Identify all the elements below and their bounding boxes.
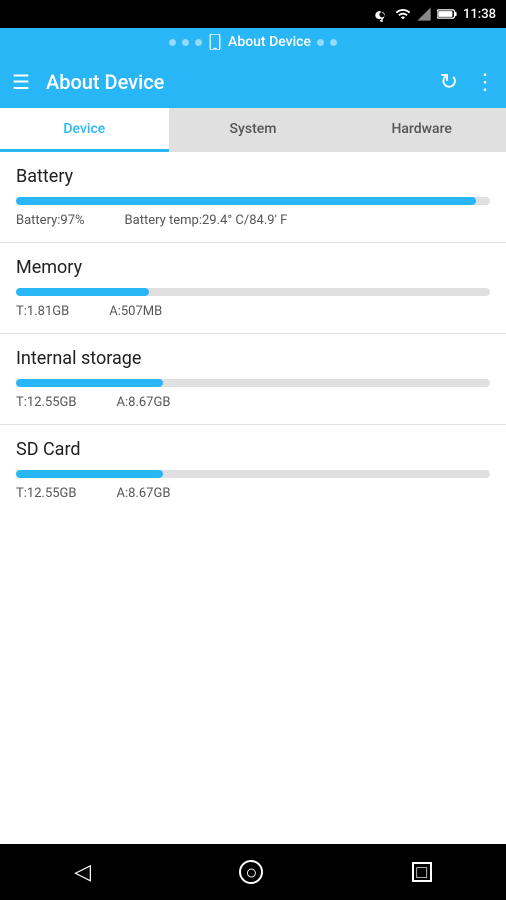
- back-button[interactable]: ◁: [74, 860, 91, 885]
- internal-storage-progress-container: [16, 379, 490, 387]
- battery-section: Battery Battery:97% Battery temp:29.4° C…: [0, 152, 506, 243]
- sdcard-stat-1: T:12.55GB: [16, 486, 77, 501]
- sdcard-stat-2: A:8.67GB: [117, 486, 171, 501]
- more-options-icon[interactable]: ⋮: [474, 70, 494, 95]
- battery-stat-1: Battery:97%: [16, 213, 85, 228]
- internal-storage-stats: T:12.55GB A:8.67GB: [16, 395, 490, 424]
- memory-progress-bar: [16, 288, 149, 296]
- memory-stat-2: A:507MB: [109, 304, 162, 319]
- battery-progress-container: [16, 197, 490, 205]
- memory-section: Memory T:1.81GB A:507MB: [0, 243, 506, 334]
- memory-title: Memory: [16, 257, 490, 278]
- sdcard-section: SD Card T:12.55GB A:8.67GB: [0, 425, 506, 515]
- status-time: 11:38: [463, 7, 496, 22]
- pager-bar: About Device: [0, 28, 506, 56]
- pager-dot-4: [317, 39, 324, 46]
- main-content: Battery Battery:97% Battery temp:29.4° C…: [0, 152, 506, 515]
- refresh-icon[interactable]: ↻: [440, 70, 458, 95]
- phone-screen-icon: [208, 34, 222, 50]
- pager-dot-5: [330, 39, 337, 46]
- internal-storage-title: Internal storage: [16, 348, 490, 369]
- tabs-bar: Device System Hardware: [0, 108, 506, 152]
- memory-progress-container: [16, 288, 490, 296]
- memory-stats: T:1.81GB A:507MB: [16, 304, 490, 333]
- sdcard-stats: T:12.55GB A:8.67GB: [16, 486, 490, 515]
- internal-storage-stat-1: T:12.55GB: [16, 395, 77, 410]
- sdcard-progress-bar: [16, 470, 163, 478]
- battery-stat-2: Battery temp:29.4° C/84.9' F: [125, 213, 288, 228]
- internal-storage-progress-bar: [16, 379, 163, 387]
- menu-icon[interactable]: ☰: [12, 70, 30, 94]
- tab-system[interactable]: System: [169, 108, 338, 152]
- internal-storage-section: Internal storage T:12.55GB A:8.67GB: [0, 334, 506, 425]
- toolbar-actions: ↻ ⋮: [440, 70, 494, 95]
- sdcard-title: SD Card: [16, 439, 490, 460]
- signal-icon: [416, 6, 432, 22]
- pager-dot-1: [169, 39, 176, 46]
- pager-dot-3: [195, 39, 202, 46]
- app-toolbar: ☰ About Device ↻ ⋮: [0, 56, 506, 108]
- bottom-nav: ◁ ○ □: [0, 844, 506, 900]
- status-icons: [374, 6, 457, 22]
- recents-button[interactable]: □: [412, 862, 432, 882]
- home-button[interactable]: ○: [239, 860, 263, 884]
- pager-title: About Device: [228, 34, 311, 50]
- toolbar-title: About Device: [46, 70, 440, 94]
- battery-icon: [437, 8, 457, 20]
- tab-hardware[interactable]: Hardware: [337, 108, 506, 152]
- sdcard-progress-container: [16, 470, 490, 478]
- battery-stats: Battery:97% Battery temp:29.4° C/84.9' F: [16, 213, 490, 242]
- status-bar: 11:38: [0, 0, 506, 28]
- key-icon: [374, 6, 390, 22]
- tab-device[interactable]: Device: [0, 108, 169, 152]
- wifi-icon: [395, 6, 411, 22]
- battery-title: Battery: [16, 166, 490, 187]
- pager-dot-2: [182, 39, 189, 46]
- battery-progress-bar: [16, 197, 476, 205]
- internal-storage-stat-2: A:8.67GB: [117, 395, 171, 410]
- memory-stat-1: T:1.81GB: [16, 304, 69, 319]
